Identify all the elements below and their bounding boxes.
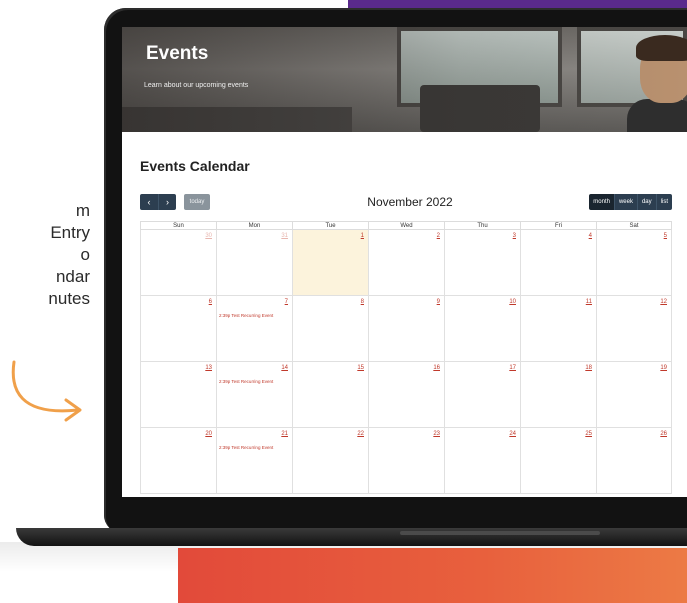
week-row: 30 31 1 2 3 4 5 <box>140 230 672 296</box>
day-number[interactable]: 14 <box>281 365 288 371</box>
day-cell[interactable]: 14 2:39p Test Recurring Event <box>216 362 292 428</box>
day-cell[interactable]: 10 <box>444 296 520 362</box>
view-list-button[interactable]: list <box>655 194 672 210</box>
day-cell[interactable]: 9 <box>368 296 444 362</box>
side-caption: m Entry o ndar nutes <box>0 200 90 310</box>
day-number[interactable]: 5 <box>664 233 667 239</box>
day-number[interactable]: 9 <box>437 299 440 305</box>
view-day-button[interactable]: day <box>636 194 656 210</box>
day-cell[interactable]: 17 <box>444 362 520 428</box>
calendar-event[interactable]: 2:39p Test Recurring Event <box>219 313 273 318</box>
day-number[interactable]: 15 <box>357 365 364 371</box>
day-number[interactable]: 10 <box>509 299 516 305</box>
week-row: 6 7 2:39p Test Recurring Event 8 9 10 11 … <box>140 296 672 362</box>
day-number[interactable]: 22 <box>357 431 364 437</box>
day-cell[interactable]: 25 <box>520 428 596 494</box>
day-cell[interactable]: 4 <box>520 230 596 296</box>
day-cell[interactable]: 24 <box>444 428 520 494</box>
side-caption-line: o <box>80 245 90 264</box>
day-cell[interactable]: 21 2:39p Test Recurring Event <box>216 428 292 494</box>
day-cell[interactable]: 12 <box>596 296 672 362</box>
orange-background-band <box>178 548 687 603</box>
day-cell[interactable]: 3 <box>444 230 520 296</box>
calendar-heading: Events Calendar <box>140 158 250 174</box>
day-number[interactable]: 1 <box>361 233 364 239</box>
side-caption-line: nutes <box>48 289 90 308</box>
day-cell[interactable]: 26 <box>596 428 672 494</box>
day-number[interactable]: 23 <box>433 431 440 437</box>
day-number[interactable]: 19 <box>660 365 667 371</box>
day-cell[interactable]: 31 <box>216 230 292 296</box>
next-month-button[interactable]: › <box>158 194 176 210</box>
weekday-header: Thu <box>444 221 520 230</box>
side-caption-line: m <box>75 201 90 220</box>
week-row: 20 21 2:39p Test Recurring Event 22 23 24… <box>140 428 672 494</box>
day-number[interactable]: 17 <box>509 365 516 371</box>
day-cell-today[interactable]: 1 <box>292 230 368 296</box>
day-number[interactable]: 8 <box>361 299 364 305</box>
day-number[interactable]: 30 <box>205 233 212 239</box>
weekday-header: Tue <box>292 221 368 230</box>
day-cell[interactable]: 13 <box>140 362 216 428</box>
day-cell[interactable]: 2 <box>368 230 444 296</box>
calendar-event[interactable]: 2:39p Test Recurring Event <box>219 445 273 450</box>
weekday-header: Mon <box>216 221 292 230</box>
day-number[interactable]: 18 <box>585 365 592 371</box>
day-cell[interactable]: 11 <box>520 296 596 362</box>
day-number[interactable]: 11 <box>586 299 592 305</box>
weekday-header: Fri <box>520 221 596 230</box>
day-number[interactable]: 6 <box>209 299 212 305</box>
laptop-screen: Events Learn about our upcoming events E… <box>122 27 687 497</box>
day-cell[interactable]: 15 <box>292 362 368 428</box>
day-cell[interactable]: 30 <box>140 230 216 296</box>
day-number[interactable]: 3 <box>513 233 516 239</box>
day-number[interactable]: 20 <box>205 431 212 437</box>
view-month-button[interactable]: month <box>589 194 614 210</box>
day-cell[interactable]: 23 <box>368 428 444 494</box>
day-cell[interactable]: 8 <box>292 296 368 362</box>
day-cell[interactable]: 18 <box>520 362 596 428</box>
day-number[interactable]: 13 <box>205 365 212 371</box>
day-cell[interactable]: 19 <box>596 362 672 428</box>
weekday-header-row: Sun Mon Tue Wed Thu Fri Sat <box>140 221 672 230</box>
day-number[interactable]: 24 <box>509 431 516 437</box>
day-cell[interactable]: 20 <box>140 428 216 494</box>
day-number[interactable]: 16 <box>433 365 440 371</box>
weekday-header: Sun <box>140 221 216 230</box>
day-number[interactable]: 7 <box>285 299 288 305</box>
day-cell[interactable]: 6 <box>140 296 216 362</box>
side-caption-line: ndar <box>55 267 90 286</box>
day-number[interactable]: 25 <box>585 431 592 437</box>
prev-month-button[interactable]: ‹ <box>140 194 158 210</box>
day-cell[interactable]: 7 2:39p Test Recurring Event <box>216 296 292 362</box>
weekday-header: Sat <box>596 221 672 230</box>
view-week-button[interactable]: week <box>613 194 637 210</box>
day-number[interactable]: 4 <box>589 233 592 239</box>
side-caption-line: Entry <box>50 223 90 242</box>
calendar-grid: Sun Mon Tue Wed Thu Fri Sat 30 31 1 2 3 … <box>140 221 672 494</box>
today-button[interactable]: today <box>184 194 210 210</box>
laptop-base-notch <box>400 531 600 535</box>
orange-arrow-icon <box>11 360 82 422</box>
page-title: Events <box>146 43 209 64</box>
day-number[interactable]: 2 <box>437 233 440 239</box>
hero-banner: Events Learn about our upcoming events <box>122 27 687 132</box>
day-number[interactable]: 26 <box>660 431 667 437</box>
view-switcher: month week day list <box>589 194 672 210</box>
day-number[interactable]: 12 <box>660 299 667 305</box>
day-cell[interactable]: 16 <box>368 362 444 428</box>
day-number[interactable]: 21 <box>281 431 288 437</box>
month-title: November 2022 <box>367 195 453 209</box>
calendar-toolbar: ‹ › today November 2022 month week day l… <box>140 194 672 210</box>
calendar-event[interactable]: 2:39p Test Recurring Event <box>219 379 273 384</box>
page-subtitle: Learn about our upcoming events <box>144 82 249 89</box>
weekday-header: Wed <box>368 221 444 230</box>
day-number[interactable]: 31 <box>281 233 288 239</box>
day-cell[interactable]: 5 <box>596 230 672 296</box>
week-row: 13 14 2:39p Test Recurring Event 15 16 17… <box>140 362 672 428</box>
day-cell[interactable]: 22 <box>292 428 368 494</box>
